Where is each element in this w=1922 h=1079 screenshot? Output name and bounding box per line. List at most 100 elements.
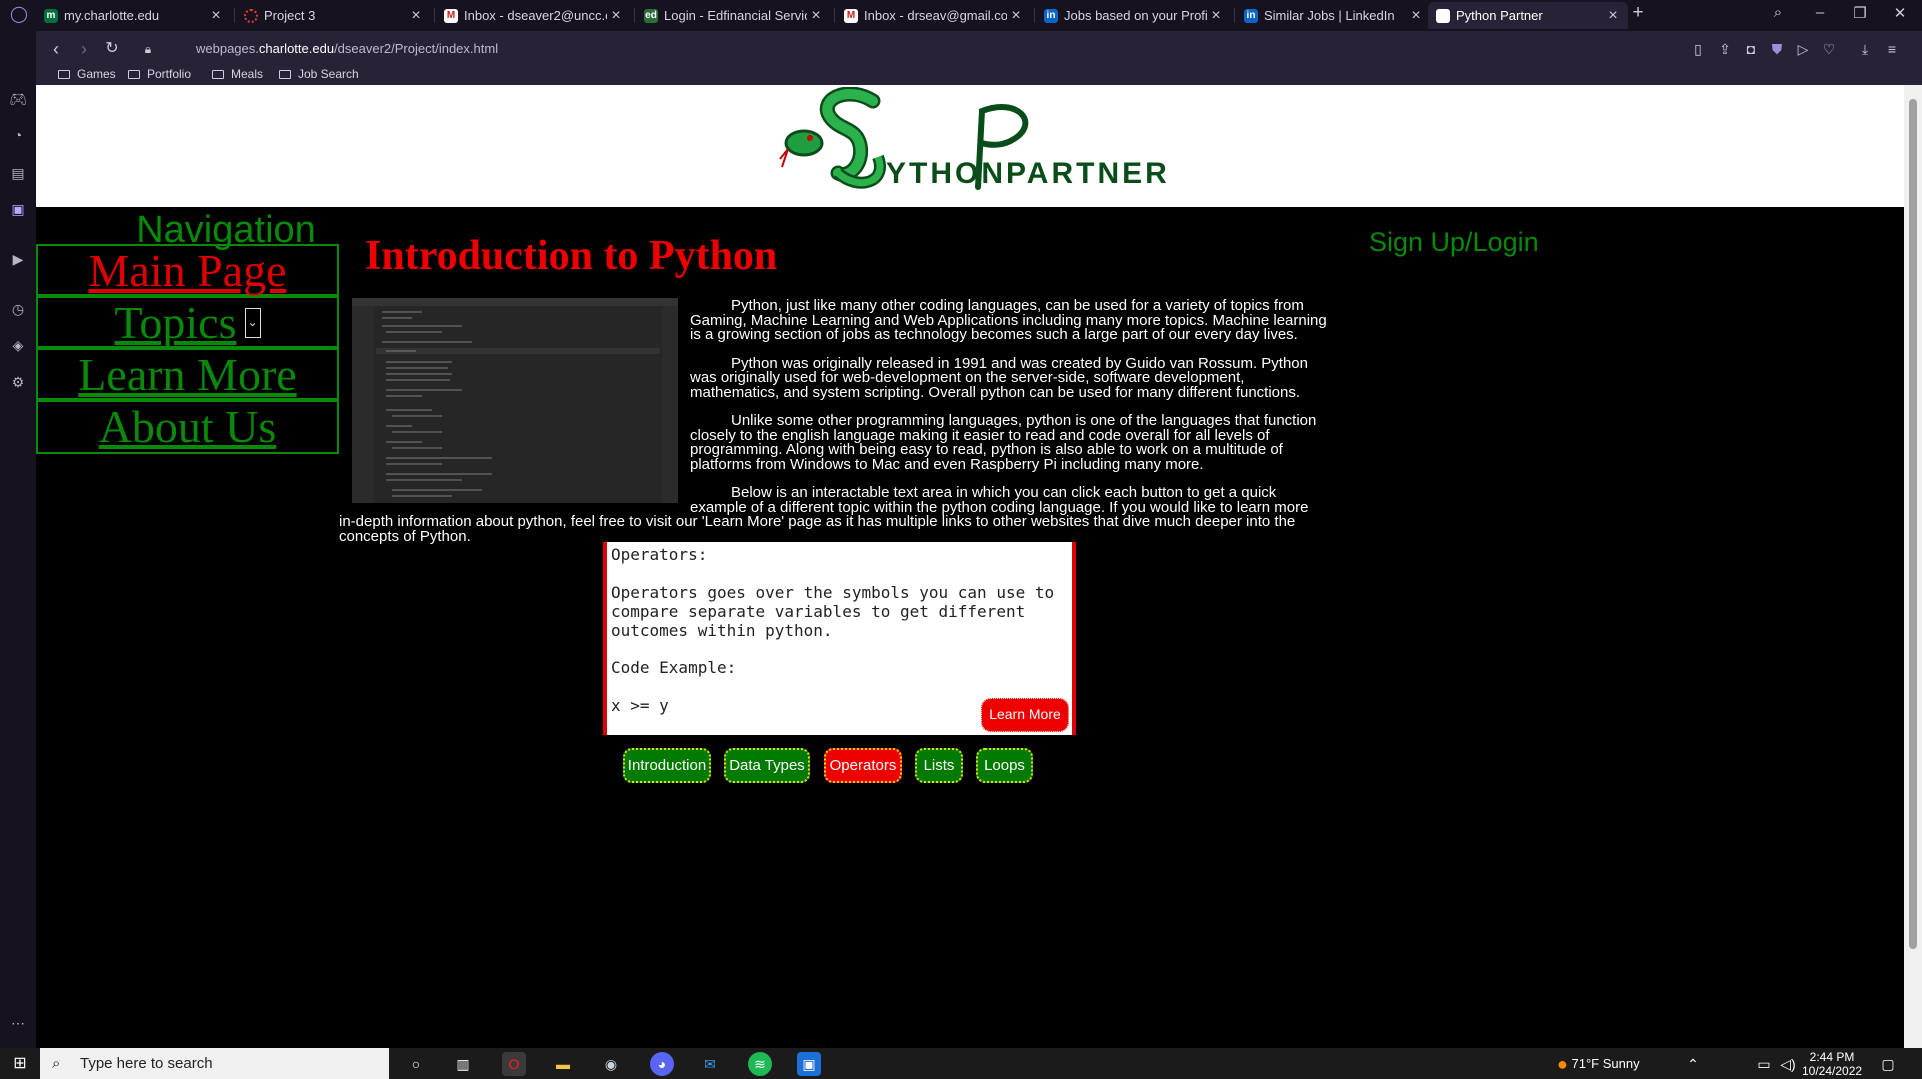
- menu-icon[interactable]: ≡: [1882, 39, 1902, 59]
- restore-icon[interactable]: ❐: [1840, 4, 1880, 22]
- tab-favicon-icon: m: [44, 8, 58, 23]
- tab-inbox-uncc[interactable]: M Inbox - dseaver2@uncc.edu ×: [436, 2, 631, 29]
- cortana-icon[interactable]: ○: [404, 1052, 428, 1076]
- nav-item-label: Main Page: [88, 245, 287, 296]
- python-partner-logo: YTHONPARTNER: [779, 87, 1167, 190]
- bookmark-games[interactable]: Games: [58, 67, 116, 81]
- forward-icon[interactable]: ›: [72, 37, 96, 61]
- tab-title: Inbox - drseav@gmail.com: [864, 8, 1007, 23]
- extensions-cube-icon[interactable]: ◈: [8, 335, 28, 355]
- tab-inbox-gmail[interactable]: M Inbox - drseav@gmail.com ×: [836, 2, 1031, 29]
- chevron-down-icon[interactable]: ⌄: [244, 308, 261, 339]
- signup-login-link[interactable]: Sign Up/Login: [1369, 227, 1539, 258]
- lock-icon: 🔒︎: [144, 42, 152, 56]
- tab-project-3[interactable]: Project 3 ×: [236, 2, 431, 29]
- bookmark-label: Meals: [231, 67, 264, 81]
- image-float-spacer: [339, 299, 690, 504]
- clock-date: 10/24/2022: [1802, 1064, 1863, 1078]
- reader-mode-icon[interactable]: ▯: [1688, 39, 1708, 59]
- weather-text: 71°F Sunny: [1571, 1056, 1640, 1071]
- tab-separator: [634, 8, 635, 23]
- download-icon[interactable]: ⤓: [1855, 39, 1875, 59]
- player-icon[interactable]: ▶: [8, 249, 28, 269]
- vpn-shield-icon[interactable]: ⛊: [1767, 39, 1787, 59]
- topic-button-lists[interactable]: Lists: [915, 748, 963, 783]
- url-field[interactable]: webpages.charlotte.edu/dseaver2/Project/…: [196, 41, 498, 56]
- speed-dial-icon[interactable]: ◔: [8, 125, 28, 145]
- taskbar-clock[interactable]: 2:44 PM 10/24/2022: [1802, 1050, 1862, 1078]
- nav-about-us[interactable]: About Us: [36, 400, 339, 454]
- steam-icon[interactable]: ◉: [599, 1052, 623, 1076]
- heart-icon[interactable]: ♡: [1819, 39, 1839, 59]
- opera-logo-icon[interactable]: ◯: [9, 5, 29, 25]
- folder-icon: [279, 69, 291, 79]
- bookmark-meals[interactable]: Meals: [212, 67, 263, 81]
- close-tab-icon[interactable]: ×: [607, 7, 625, 25]
- page-scrollbar[interactable]: [1904, 85, 1922, 1048]
- page-viewport: YTHONPARTNER Navigation Main Page Topics…: [36, 85, 1904, 1048]
- close-tab-icon[interactable]: ×: [1207, 7, 1225, 25]
- xbox-icon[interactable]: ▣: [797, 1052, 821, 1076]
- topic-button-data-types[interactable]: Data Types: [724, 748, 810, 783]
- file-explorer-icon[interactable]: ▬: [551, 1052, 575, 1076]
- new-tab-icon[interactable]: +: [1618, 2, 1658, 24]
- notifications-icon[interactable]: ▢: [1876, 1052, 1900, 1076]
- volume-icon[interactable]: ◁): [1776, 1052, 1800, 1076]
- topic-button-introduction[interactable]: Introduction: [623, 748, 711, 783]
- show-hidden-icons-icon[interactable]: ⌃: [1681, 1052, 1705, 1076]
- settings-gear-icon[interactable]: ⚙: [8, 372, 28, 392]
- nav-main-page[interactable]: Main Page: [36, 244, 339, 296]
- tab-my-charlotte[interactable]: m my.charlotte.edu ×: [36, 2, 231, 29]
- taskbar-search-box[interactable]: ⌕ Type here to search: [40, 1048, 389, 1079]
- tab-linkedin-jobs[interactable]: in Jobs based on your Profile ×: [1036, 2, 1231, 29]
- weather-widget[interactable]: ● 71°F Sunny: [1557, 1048, 1640, 1079]
- scrollbar-thumb[interactable]: [1909, 99, 1917, 949]
- tab-linkedin-similar[interactable]: in Similar Jobs | LinkedIn ×: [1236, 2, 1431, 29]
- close-tab-icon[interactable]: ×: [1407, 7, 1425, 25]
- windows-start-icon[interactable]: ⊞: [8, 1052, 32, 1076]
- bookmark-label: Games: [77, 67, 116, 81]
- gmail-icon: M: [444, 8, 458, 23]
- network-icon[interactable]: ▭: [1752, 1052, 1776, 1076]
- tab-separator: [1234, 8, 1235, 23]
- gmail-icon: M: [844, 8, 858, 23]
- game-controller-icon[interactable]: 🎮︎: [8, 89, 28, 109]
- nav-item-label: Topics: [114, 297, 237, 348]
- tab-title: Login - Edfinancial Services: [664, 8, 807, 23]
- sun-icon: ●: [1557, 1054, 1568, 1075]
- mail-icon[interactable]: ✉: [698, 1052, 722, 1076]
- search-tabs-icon[interactable]: ⌕: [1758, 4, 1798, 21]
- bookmark-portfolio[interactable]: Portfolio: [128, 67, 191, 81]
- snapshot-icon[interactable]: ◘: [1741, 39, 1761, 59]
- nav-topics[interactable]: Topics ⌄: [36, 296, 339, 348]
- twitch-icon[interactable]: ▣: [8, 199, 28, 219]
- back-icon[interactable]: ‹: [44, 37, 68, 61]
- close-window-icon[interactable]: ✕: [1880, 4, 1920, 22]
- close-tab-icon[interactable]: ×: [207, 7, 225, 25]
- reload-icon[interactable]: ↻: [100, 37, 124, 61]
- nav-learn-more[interactable]: Learn More: [36, 348, 339, 400]
- spotify-icon[interactable]: ≋: [748, 1052, 772, 1076]
- history-icon[interactable]: ◷: [8, 299, 28, 319]
- learn-more-button[interactable]: Learn More: [981, 698, 1069, 732]
- tab-favicon-icon: [1436, 8, 1450, 23]
- close-tab-icon[interactable]: ×: [807, 7, 825, 25]
- close-tab-icon[interactable]: ×: [407, 7, 425, 25]
- more-icon[interactable]: ⋯: [8, 1013, 28, 1033]
- task-view-icon[interactable]: ▥: [451, 1052, 475, 1076]
- tab-python-partner[interactable]: Python Partner ×: [1428, 2, 1628, 29]
- bag-icon[interactable]: ▤: [8, 163, 28, 183]
- discord-icon[interactable]: ◕: [650, 1052, 674, 1076]
- minimize-icon[interactable]: –: [1800, 4, 1840, 21]
- share-icon[interactable]: ⇪: [1715, 39, 1735, 59]
- tab-separator: [834, 8, 835, 23]
- bookmark-job-search[interactable]: Job Search: [279, 67, 359, 81]
- topic-button-operators[interactable]: Operators: [824, 748, 902, 783]
- tab-edfinancial[interactable]: ed Login - Edfinancial Services ×: [636, 2, 831, 29]
- topic-button-loops[interactable]: Loops: [976, 748, 1033, 783]
- close-tab-icon[interactable]: ×: [1007, 7, 1025, 25]
- opera-taskbar-icon[interactable]: O: [502, 1052, 526, 1076]
- bookmark-label: Portfolio: [147, 67, 192, 81]
- send-icon[interactable]: ▷: [1793, 39, 1813, 59]
- nav-item-label: Learn More: [78, 349, 297, 400]
